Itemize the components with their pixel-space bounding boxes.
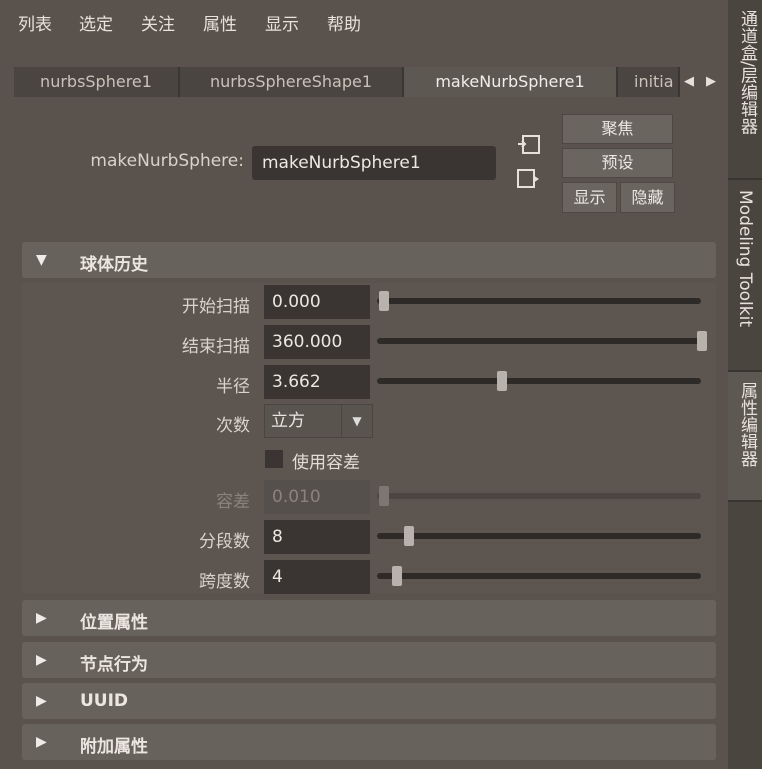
sections-slider[interactable] [377,533,701,539]
spans-slider-handle[interactable] [391,566,402,586]
tab-nurbssphere1[interactable]: nurbsSphere1 [14,67,180,97]
radius-slider[interactable] [377,378,701,384]
node-name-field[interactable]: makeNurbSphere1 [252,146,496,180]
radius-slider-handle[interactable] [496,371,507,391]
preset-button[interactable]: 预设 [562,148,673,178]
load-output-icon[interactable] [516,168,542,190]
sections-label: 分段数 [199,532,250,552]
chevron-right-icon[interactable]: ▶ [704,69,718,95]
vtab-modeling-toolkit[interactable]: Modeling Toolkit [728,180,762,372]
node-tab-bar: nurbsSphere1 nurbsSphereShape1 makeNurbS… [14,67,728,99]
end-sweep-slider-handle[interactable] [697,331,707,351]
degree-label: 次数 [216,416,250,436]
tab-initia[interactable]: initia [618,67,680,97]
triangle-right-icon: ▶ [36,734,47,750]
section-uuid-header[interactable]: ▶ UUID [22,683,716,719]
vtab-label: 属性编辑器 [737,382,757,467]
triangle-right-icon: ▶ [36,693,47,709]
radius-field[interactable]: 3.662 [264,365,370,399]
radius-label: 半径 [216,377,250,397]
section-title: 球体历史 [80,255,148,275]
start-sweep-slider[interactable] [377,298,701,304]
degree-value: 立方 [271,411,305,431]
end-sweep-slider[interactable] [377,338,701,344]
sections-slider-handle[interactable] [404,526,415,546]
sections-field[interactable]: 8 [264,520,370,554]
menu-help[interactable]: 帮助 [327,10,361,35]
focus-button[interactable]: 聚焦 [562,114,673,144]
vtab-channel-box[interactable]: 通道盒/层编辑器 [728,0,762,180]
tolerance-label: 容差 [216,492,250,512]
triangle-right-icon: ▶ [36,610,47,626]
use-tolerance-label: 使用容差 [292,453,360,473]
triangle-right-icon: ▶ [36,652,47,668]
spans-field[interactable]: 4 [264,560,370,594]
section-title: 节点行为 [80,655,148,675]
section-transform-attrs-header[interactable]: ▶ 位置属性 [22,600,716,636]
menu-list[interactable]: 列表 [18,10,52,35]
vtab-attribute-editor[interactable]: 属性编辑器 [728,372,762,502]
spans-slider[interactable] [377,573,701,579]
vtab-label: Modeling Toolkit [735,190,755,327]
node-type-label: makeNurbSphere: [90,151,244,171]
tolerance-slider-handle [379,486,389,506]
use-tolerance-checkbox[interactable] [265,450,283,468]
menu-show[interactable]: 显示 [265,10,299,35]
attribute-editor-window: 列表 选定 关注 属性 显示 帮助 nurbsSphere1 nurbsSphe… [0,0,762,769]
load-input-icon[interactable] [516,134,542,156]
side-tab-strip: 通道盒/层编辑器 Modeling Toolkit 属性编辑器 [728,0,762,769]
vtab-label: 通道盒/层编辑器 [737,10,757,135]
end-sweep-field[interactable]: 360.000 [264,325,370,359]
show-button[interactable]: 显示 [562,182,617,213]
section-title: 附加属性 [80,737,148,757]
section-title: UUID [80,691,129,711]
hide-button[interactable]: 隐藏 [620,182,675,213]
menu-select[interactable]: 选定 [79,10,113,35]
triangle-down-icon: ▼ [36,252,47,268]
section-extra-attrs-header[interactable]: ▶ 附加属性 [22,724,716,760]
section-title: 位置属性 [80,613,148,633]
tab-nurbssphereshape1[interactable]: nurbsSphereShape1 [180,67,404,97]
end-sweep-label: 结束扫描 [182,337,250,357]
menu-bar: 列表 选定 关注 属性 显示 帮助 [0,0,728,44]
tolerance-field: 0.010 [264,480,370,514]
degree-select[interactable]: 立方 ▼ [264,404,373,438]
start-sweep-field[interactable]: 0.000 [264,285,370,319]
chevron-left-icon[interactable]: ◀ [682,69,696,95]
tolerance-slider [377,493,701,499]
menu-attributes[interactable]: 属性 [203,10,237,35]
start-sweep-label: 开始扫描 [182,297,250,317]
menu-focus[interactable]: 关注 [141,10,175,35]
start-sweep-slider-handle[interactable] [379,291,389,311]
section-node-behavior-header[interactable]: ▶ 节点行为 [22,642,716,678]
chevron-down-icon[interactable]: ▼ [341,405,372,437]
tab-makenurbsphere1[interactable]: makeNurbSphere1 [404,67,618,97]
section-sphere-history-header[interactable]: ▼ 球体历史 [22,242,716,278]
spans-label: 跨度数 [199,572,250,592]
